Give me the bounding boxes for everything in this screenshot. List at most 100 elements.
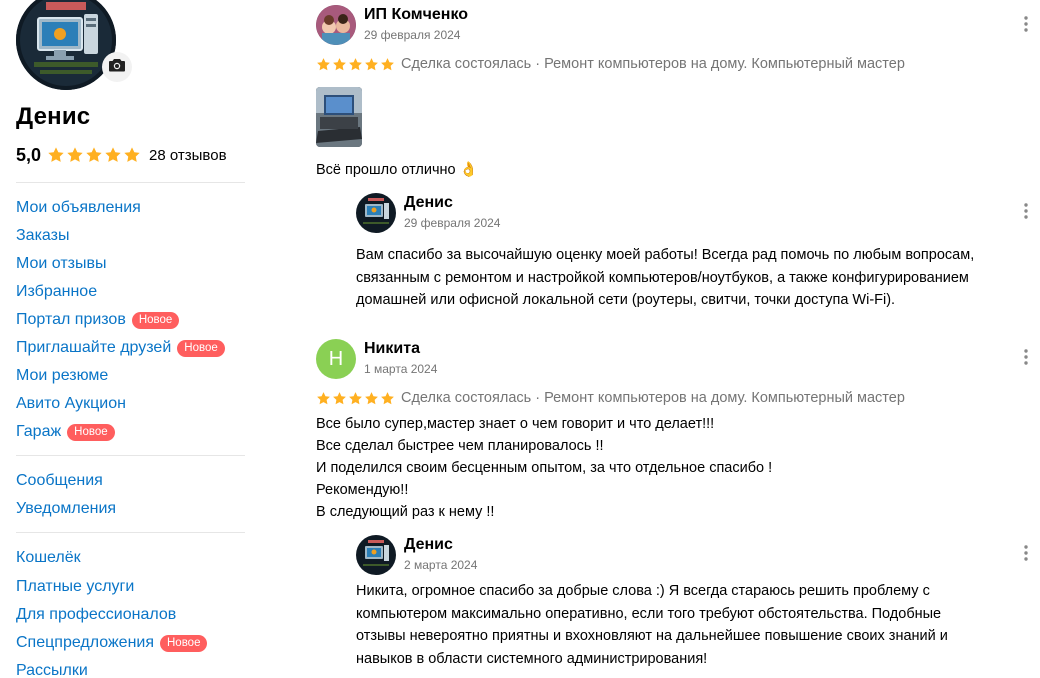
- seller-avatar[interactable]: [356, 193, 396, 233]
- reply-author-header: Денис 2 марта 2024: [356, 535, 1040, 577]
- star-icon: [316, 57, 331, 72]
- more-vertical-icon: [1024, 15, 1028, 37]
- sidebar-item-for-professionals[interactable]: Для профессионалов: [16, 603, 176, 627]
- review-text-line: Рекомендую!!: [316, 482, 409, 498]
- camera-icon: [109, 58, 125, 77]
- review-text: Всё прошло отлично 👌: [316, 159, 478, 181]
- reply-text-line: отзывы невероятно приятны и вхохновляют …: [356, 628, 948, 644]
- new-badge: Новое: [160, 634, 208, 652]
- reply-text-line: Вам спасибо за высочайшую оценку моей ра…: [356, 247, 975, 263]
- review-more-button[interactable]: [1016, 348, 1036, 370]
- reply-date: 29 февраля 2024: [404, 216, 501, 230]
- sidebar-item-invite-friends[interactable]: Приглашайте друзей Новое: [16, 336, 225, 360]
- sidebar-item-garage[interactable]: Гараж Новое: [16, 420, 115, 444]
- reply-text-line: домашней или офисной локальной сети (роу…: [356, 292, 896, 308]
- review-stars: [316, 57, 395, 72]
- sidebar-item-label: Для профессионалов: [16, 606, 177, 623]
- review-photo[interactable]: [316, 87, 362, 147]
- star-icon: [348, 57, 363, 72]
- sidebar-item-notifications[interactable]: Уведомления: [16, 497, 116, 521]
- review-author-header: Н Никита 1 марта 2024: [316, 339, 1040, 381]
- sidebar-item-label: Авито Аукцион: [16, 395, 126, 412]
- sidebar-item-label: Заказы: [16, 227, 70, 244]
- sidebar-divider: [16, 182, 245, 183]
- reply-text-line: навыков в области системного администрир…: [356, 650, 708, 667]
- sidebar-item-favorites[interactable]: Избранное: [16, 280, 97, 304]
- sidebar-item-my-reviews[interactable]: Мои отзывы: [16, 252, 107, 276]
- new-badge: Новое: [67, 423, 115, 441]
- reply-more-button[interactable]: [1016, 544, 1036, 565]
- sidebar-item-avito-auction[interactable]: Авито Аукцион: [16, 392, 126, 416]
- star-icon: [348, 391, 363, 406]
- review-author-header: ИП Комченко 29 февраля 2024: [316, 5, 1040, 47]
- review-meta: Сделка состоялась · Ремонт компьютеров н…: [316, 54, 905, 74]
- reply-author-name[interactable]: Денис: [404, 536, 453, 554]
- sidebar-item-label: Избранное: [16, 283, 98, 300]
- sidebar-divider: [16, 455, 245, 456]
- seller-reply: Денис 29 февраля 2024 Вам спасибо за выс…: [356, 193, 1040, 312]
- review-text: Все было супер,мастер знает о чем говори…: [316, 413, 772, 523]
- change-photo-button[interactable]: [102, 52, 132, 82]
- star-icon: [380, 391, 395, 406]
- sidebar-item-label: Портал призов: [16, 311, 126, 328]
- more-vertical-icon: [1024, 348, 1028, 370]
- sidebar-item-label: Спецпредложения: [16, 634, 154, 651]
- sidebar-item-label: Кошелёк: [16, 549, 81, 566]
- review-text-line: Все было супер,мастер знает о чем говори…: [316, 416, 715, 432]
- star-icon: [364, 391, 379, 406]
- sidebar-item-special-offers[interactable]: Спецпредложения Новое: [16, 631, 208, 655]
- reply-text: Вам спасибо за высочайшую оценку моей ра…: [356, 244, 1040, 312]
- reply-text-line: Никита, огромное спасибо за добрые слова…: [356, 583, 930, 599]
- sidebar-item-prize-portal[interactable]: Портал призов Новое: [16, 308, 180, 332]
- reply-author-name[interactable]: Денис: [404, 194, 453, 212]
- sidebar-item-label: Мои отзывы: [16, 255, 107, 272]
- sidebar-item-messages[interactable]: Сообщения: [16, 469, 103, 493]
- reply-text-line: связанным с ремонтом и настройкой компью…: [356, 269, 969, 286]
- reviewer-name[interactable]: Никита: [364, 340, 420, 358]
- star-icon: [104, 146, 122, 164]
- reply-more-button[interactable]: [1016, 202, 1036, 224]
- star-icon: [380, 57, 395, 72]
- sidebar-item-paid-services[interactable]: Платные услуги: [16, 575, 134, 599]
- review-stars: [316, 391, 395, 406]
- more-vertical-icon: [1024, 202, 1028, 224]
- deal-info: Сделка состоялась · Ремонт компьютеров н…: [401, 56, 905, 72]
- rating-value: 5,0: [16, 144, 42, 165]
- seller-avatar[interactable]: [356, 535, 396, 575]
- sidebar-item-my-ads[interactable]: Мои объявления: [16, 196, 141, 220]
- review-text-line: И поделился своим бесценным опытом, за ч…: [316, 460, 773, 476]
- review-card: ИП Комченко 29 февраля 2024 Сделка состо…: [316, 5, 1040, 308]
- new-badge: Новое: [131, 311, 180, 329]
- reviewer-avatar[interactable]: Н: [316, 339, 356, 379]
- review-text-line: Все сделал быстрее чем планировалось !!: [316, 438, 604, 454]
- profile-name: Денис: [16, 103, 91, 130]
- reply-author-header: Денис 29 февраля 2024: [356, 193, 1040, 235]
- reply-text-line: компьютером максимально оперативно, если…: [356, 605, 942, 622]
- sidebar-item-label: Сообщения: [16, 472, 103, 489]
- sidebar-item-label: Гараж: [16, 423, 62, 440]
- profile-avatar-wrap: [16, 0, 132, 90]
- sidebar-item-label: Рассылки: [16, 662, 88, 678]
- reviewer-name[interactable]: ИП Комченко: [364, 6, 468, 24]
- reply-text: Никита, огромное спасибо за добрые слова…: [356, 580, 1040, 670]
- seller-reply: Денис 2 марта 2024 Никита, огромное спас…: [356, 535, 1040, 670]
- new-badge: Новое: [177, 339, 225, 357]
- star-icon: [316, 391, 331, 406]
- review-date: 29 февраля 2024: [364, 28, 461, 42]
- reviewer-avatar[interactable]: [316, 5, 356, 45]
- sidebar-item-mailings[interactable]: Рассылки: [16, 659, 88, 678]
- reviews-count-link[interactable]: 28 отзывов: [149, 147, 227, 164]
- sidebar-item-label: Уведомления: [16, 500, 117, 517]
- review-date: 1 марта 2024: [364, 362, 438, 376]
- reply-date: 2 марта 2024: [404, 558, 478, 572]
- profile-sidebar: Денис 5,0 28 отзывов Мои объявления Зака…: [0, 0, 260, 678]
- sidebar-item-wallet[interactable]: Кошелёк: [16, 546, 81, 570]
- sidebar-item-label: Мои резюме: [16, 367, 109, 384]
- sidebar-item-orders[interactable]: Заказы: [16, 224, 69, 248]
- review-meta: Сделка состоялась · Ремонт компьютеров н…: [316, 388, 905, 408]
- profile-avatar[interactable]: [16, 0, 116, 90]
- review-more-button[interactable]: [1016, 15, 1036, 37]
- star-icon: [47, 146, 65, 164]
- star-icon: [66, 146, 84, 164]
- sidebar-item-my-resumes[interactable]: Мои резюме: [16, 364, 108, 388]
